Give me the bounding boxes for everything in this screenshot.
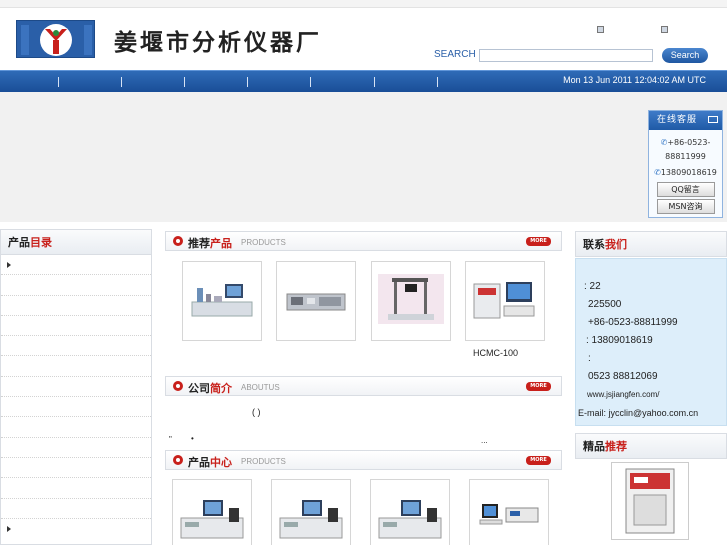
more-button[interactable]: MORE — [526, 456, 551, 465]
section-subtitle: PRODUCTS — [241, 238, 286, 247]
nav-separator — [374, 77, 375, 87]
product-image — [378, 500, 442, 539]
category-item[interactable] — [1, 438, 151, 458]
product-thumb[interactable] — [172, 479, 252, 545]
recommended-products-header: 推荐产品 PRODUCTS MORE — [165, 231, 562, 251]
msn-chat-button[interactable]: MSN咨询 — [656, 199, 715, 214]
featured-title: 精品推荐 — [575, 433, 727, 459]
current-date: Mon 13 Jun 2011 12:04:02 AM UTC — [563, 75, 706, 85]
section-title: 产品中心 — [188, 456, 232, 469]
main-nav: Mon 13 Jun 2011 12:04:02 AM UTC — [0, 70, 727, 92]
main-content: 推荐产品 PRODUCTS MORE HCMC-100 公司简介 ABOUTUS… — [165, 231, 563, 545]
category-item[interactable] — [1, 499, 151, 519]
about-text: ( ) — [252, 407, 261, 417]
category-item[interactable] — [1, 478, 151, 499]
product-image — [286, 293, 346, 311]
contact-us-title: 联系我们 — [575, 231, 727, 257]
category-item[interactable] — [1, 316, 151, 337]
product-image — [625, 468, 675, 534]
section-bullet-icon — [173, 236, 183, 246]
section-subtitle: ABOUTUS — [241, 383, 280, 392]
category-item[interactable] — [1, 336, 151, 357]
category-item[interactable] — [1, 397, 151, 418]
mail-icon[interactable] — [708, 116, 718, 123]
product-image — [378, 274, 444, 324]
nav-separator — [121, 77, 122, 87]
company-name: 姜堰市分析仪器厂 — [114, 29, 322, 56]
product-image — [473, 282, 535, 319]
contact-fax: 0523 88812069 — [588, 371, 658, 382]
service-phone: ✆+86-0523-88811999 — [660, 138, 711, 161]
about-read-more[interactable]: ... — [481, 436, 488, 445]
category-item[interactable] — [1, 275, 151, 296]
service-mobile: ✆13809018619 — [654, 168, 717, 177]
product-image — [180, 500, 244, 539]
company-logo[interactable] — [16, 20, 95, 58]
banner — [0, 92, 727, 222]
product-thumb[interactable] — [370, 479, 450, 545]
about-text: " — [169, 435, 172, 444]
about-us-header: 公司简介 ABOUTUS MORE — [165, 376, 562, 396]
products-center-header: 产品中心 PRODUCTS MORE — [165, 450, 562, 470]
category-item[interactable] — [1, 255, 151, 276]
search-button[interactable]: Search — [662, 48, 708, 63]
nav-separator — [310, 77, 311, 87]
site-header: 姜堰市分析仪器厂 SEARCH Search — [0, 8, 727, 70]
contact-phone: +86-0523-88811999 — [588, 317, 678, 328]
top-strip — [0, 0, 727, 8]
featured-product-thumb[interactable] — [611, 462, 689, 540]
section-title: 推荐产品 — [188, 237, 232, 250]
more-button[interactable]: MORE — [526, 237, 551, 246]
about-text: • — [191, 434, 194, 443]
online-service-title: 在线客服 — [657, 115, 698, 125]
product-thumb[interactable] — [469, 479, 549, 545]
product-image — [279, 500, 343, 539]
product-thumb[interactable] — [182, 261, 262, 341]
section-bullet-icon — [173, 455, 183, 465]
search-input[interactable] — [479, 49, 653, 62]
section-bullet-icon — [173, 381, 183, 391]
nav-separator — [437, 77, 438, 87]
right-sidebar: 联系我们 : 22 225500 +86-0523-88811999 : 138… — [575, 231, 727, 545]
qq-message-button[interactable]: QQ留言 — [656, 182, 715, 197]
section-title: 公司简介 — [188, 382, 232, 395]
product-image — [191, 284, 253, 317]
product-image — [479, 504, 539, 525]
top-link-icon[interactable] — [597, 26, 604, 33]
contact-email[interactable]: E-mail: jycclin@yahoo.com.cn — [578, 408, 698, 418]
nav-separator — [247, 77, 248, 87]
product-thumb[interactable] — [371, 261, 451, 341]
top-link-icon[interactable] — [661, 26, 668, 33]
category-item[interactable] — [1, 417, 151, 438]
online-service-header: 在线客服 — [649, 111, 722, 130]
contact-info: : 22 225500 +86-0523-88811999 : 13809018… — [575, 258, 727, 426]
category-item[interactable] — [1, 356, 151, 377]
product-thumb[interactable] — [271, 479, 351, 545]
product-caption[interactable]: HCMC-100 — [473, 348, 518, 358]
contact-website[interactable]: www.jsjiangfen.com/ — [587, 390, 659, 399]
contact-address: : 22 — [584, 281, 601, 292]
nav-separator — [184, 77, 185, 87]
category-item[interactable] — [1, 519, 151, 539]
category-item[interactable] — [1, 377, 151, 398]
arrow-right-icon — [7, 525, 11, 532]
product-thumb[interactable] — [276, 261, 356, 341]
more-button[interactable]: MORE — [526, 382, 551, 391]
product-category-title: 产品目录 — [1, 230, 151, 255]
contact-mobile: : 13809018619 — [586, 335, 653, 346]
arrow-right-icon — [7, 262, 11, 268]
contact-postcode: 225500 — [588, 299, 622, 310]
section-subtitle: PRODUCTS — [241, 457, 286, 466]
phone-icon: ✆ — [654, 168, 661, 177]
search-label: SEARCH — [434, 49, 476, 60]
nav-separator — [58, 77, 59, 87]
product-thumb[interactable] — [465, 261, 545, 341]
product-category-panel: 产品目录 — [0, 229, 152, 545]
online-service-widget: 在线客服 ✆+86-0523-88811999 ✆13809018619 QQ留… — [648, 110, 723, 218]
category-item[interactable] — [1, 458, 151, 479]
contact-fax-label: : — [588, 353, 591, 364]
category-item[interactable] — [1, 296, 151, 316]
